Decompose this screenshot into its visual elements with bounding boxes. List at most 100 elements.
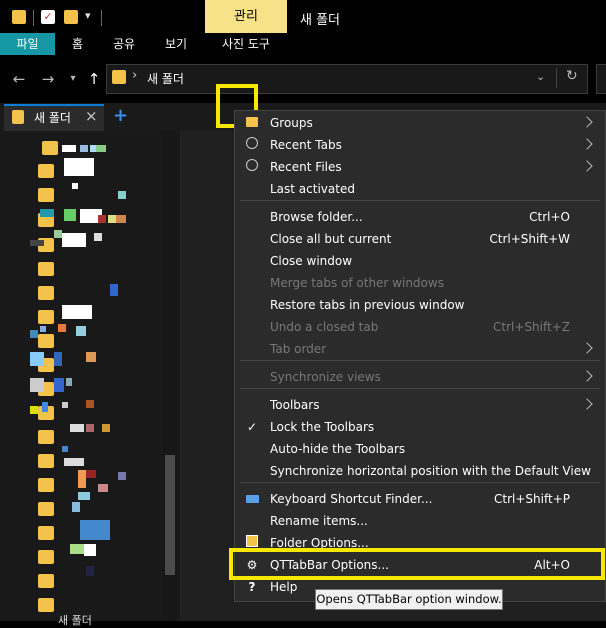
tree-folder-icon[interactable]: [38, 334, 54, 348]
refresh-icon[interactable]: ↻: [566, 68, 578, 84]
menu-item-synchronize-horizontal-position-with-the-default-view[interactable]: Synchronize horizontal position with the…: [235, 460, 605, 482]
up-arrow-icon[interactable]: ↑: [84, 69, 104, 89]
menu-separator: [240, 482, 600, 483]
forward-arrow-icon[interactable]: →: [38, 69, 58, 89]
tree-folder-icon[interactable]: [38, 310, 54, 324]
tab-file[interactable]: 파일: [0, 33, 55, 55]
tab-view[interactable]: 보기: [155, 33, 197, 55]
menu-item-groups[interactable]: Groups: [235, 112, 605, 134]
thumbnail-fragment: [62, 446, 68, 452]
tree-folder-icon[interactable]: [38, 478, 54, 492]
menu-item-label: Keyboard Shortcut Finder...: [270, 492, 433, 506]
address-dropdown-icon[interactable]: ⌄: [536, 70, 545, 83]
menu-item-last-activated[interactable]: Last activated: [235, 178, 605, 200]
folder-icon: [12, 110, 24, 124]
menu-separator: [240, 360, 600, 361]
thumbnail-fragment: [62, 305, 92, 319]
tree-folder-icon[interactable]: [38, 164, 54, 178]
tab-share[interactable]: 공유: [104, 33, 144, 55]
menu-item-auto-hide-the-toolbars[interactable]: Auto-hide the Toolbars: [235, 438, 605, 460]
tree-folder-icon[interactable]: [38, 188, 54, 202]
tree-folder-icon[interactable]: [38, 598, 54, 612]
tooltip: Opens QTTabBar option window.: [315, 589, 503, 610]
thumbnail-fragment: [86, 424, 94, 432]
thumbnail-fragment: [70, 544, 84, 554]
new-folder-icon[interactable]: [64, 10, 78, 24]
tab-picture-tools[interactable]: 사진 도구: [205, 33, 287, 55]
highlight-box: [229, 548, 605, 580]
menu-item-recent-tabs[interactable]: Recent Tabs: [235, 134, 605, 156]
tree-folder-icon[interactable]: [38, 286, 54, 300]
tree-folder-icon[interactable]: [38, 502, 54, 516]
thumbnail-fragment: [118, 472, 126, 480]
customize-quick-access-icon[interactable]: ▾: [85, 9, 91, 22]
thumbnail-fragment: [30, 406, 38, 414]
thumbnail-fragment: [86, 400, 94, 408]
menu-item-close-window[interactable]: Close window: [235, 250, 605, 272]
thumbnail-fragment: [96, 145, 106, 152]
tree-folder-icon[interactable]: [42, 141, 58, 155]
thumbnail-fragment: [70, 424, 84, 432]
scrollbar-thumb[interactable]: [165, 455, 175, 575]
menu-item-label: Restore tabs in previous window: [270, 298, 465, 312]
menu-item-label: Auto-hide the Toolbars: [270, 442, 406, 456]
folder-icon: [12, 10, 26, 24]
menu-item-rename-items[interactable]: Rename items...: [235, 510, 605, 532]
recent-locations-chevron-icon[interactable]: ▾: [63, 69, 83, 89]
thumbnail-fragment: [30, 378, 44, 392]
thumbnail-fragment: [66, 378, 72, 386]
menu-item-recent-files[interactable]: Recent Files: [235, 156, 605, 178]
menu-item-label: Browse folder...: [270, 210, 363, 224]
tree-folder-icon[interactable]: [38, 262, 54, 276]
divider: [556, 68, 557, 88]
breadcrumb-current-folder[interactable]: 새 폴더: [147, 70, 184, 87]
menu-item-toolbars[interactable]: Toolbars: [235, 394, 605, 416]
tree-folder-icon[interactable]: [38, 526, 54, 540]
thumbnail-fragment: [102, 424, 110, 432]
menu-item-close-all-but-current[interactable]: Close all but current Ctrl+Shift+W: [235, 228, 605, 250]
clock-icon: [244, 159, 260, 175]
menu-item-browse-folder[interactable]: Browse folder... Ctrl+O: [235, 206, 605, 228]
thumbnail-fragment: [86, 352, 96, 362]
thumbnail-fragment: [54, 352, 62, 366]
submenu-chevron-icon: [581, 370, 593, 382]
back-arrow-icon[interactable]: ←: [9, 69, 29, 89]
menu-item-restore-tabs-in-previous-window[interactable]: Restore tabs in previous window: [235, 294, 605, 316]
tree-folder-icon[interactable]: [38, 550, 54, 564]
menu-item-label: Recent Tabs: [270, 138, 342, 152]
tree-folder-icon[interactable]: [38, 430, 54, 444]
menu-item-synchronize-views: Synchronize views: [235, 366, 605, 388]
contextual-tab-manage[interactable]: 관리: [205, 0, 287, 33]
thumbnail-fragment: [98, 484, 108, 492]
menu-item-lock-the-toolbars[interactable]: ✓ Lock the Toolbars: [235, 416, 605, 438]
thumbnail-fragment: [72, 502, 80, 512]
divider: [33, 10, 34, 26]
search-box[interactable]: [596, 64, 606, 94]
menu-item-undo-a-closed-tab: Undo a closed tab Ctrl+Shift+Z: [235, 316, 605, 338]
menu-item-shortcut: Ctrl+Shift+W: [489, 232, 570, 246]
thumbnail-fragment: [58, 324, 66, 332]
thumbnail-fragment: [30, 330, 38, 338]
thumbnail-fragment: [94, 233, 102, 241]
submenu-chevron-icon: [581, 398, 593, 410]
tab-home[interactable]: 홈: [60, 33, 95, 55]
properties-icon[interactable]: ✓: [41, 10, 55, 24]
divider: [101, 10, 102, 26]
menu-item-label: Tab order: [270, 342, 327, 356]
thumbnail-fragment: [72, 183, 78, 189]
tree-folder-icon[interactable]: [38, 574, 54, 588]
thumbnail-fragment: [62, 233, 86, 247]
menu-item-label: Rename items...: [270, 514, 368, 528]
tree-folder-icon[interactable]: [38, 454, 54, 468]
clock-icon: [244, 137, 260, 153]
menu-item-label: Synchronize views: [270, 370, 381, 384]
thumbnail-fragment: [64, 209, 76, 221]
thumbnail-fragment: [62, 145, 76, 152]
thumbnail-fragment: [80, 145, 88, 152]
thumbnail-fragment: [84, 544, 96, 556]
close-tab-icon[interactable]: ×: [85, 107, 98, 125]
add-tab-icon[interactable]: +: [113, 105, 128, 126]
tree-item-label[interactable]: 새 폴더: [58, 612, 92, 628]
menu-item-label: Synchronize horizontal position with the…: [270, 464, 591, 478]
menu-item-keyboard-shortcut-finder[interactable]: Keyboard Shortcut Finder... Ctrl+Shift+P: [235, 488, 605, 510]
